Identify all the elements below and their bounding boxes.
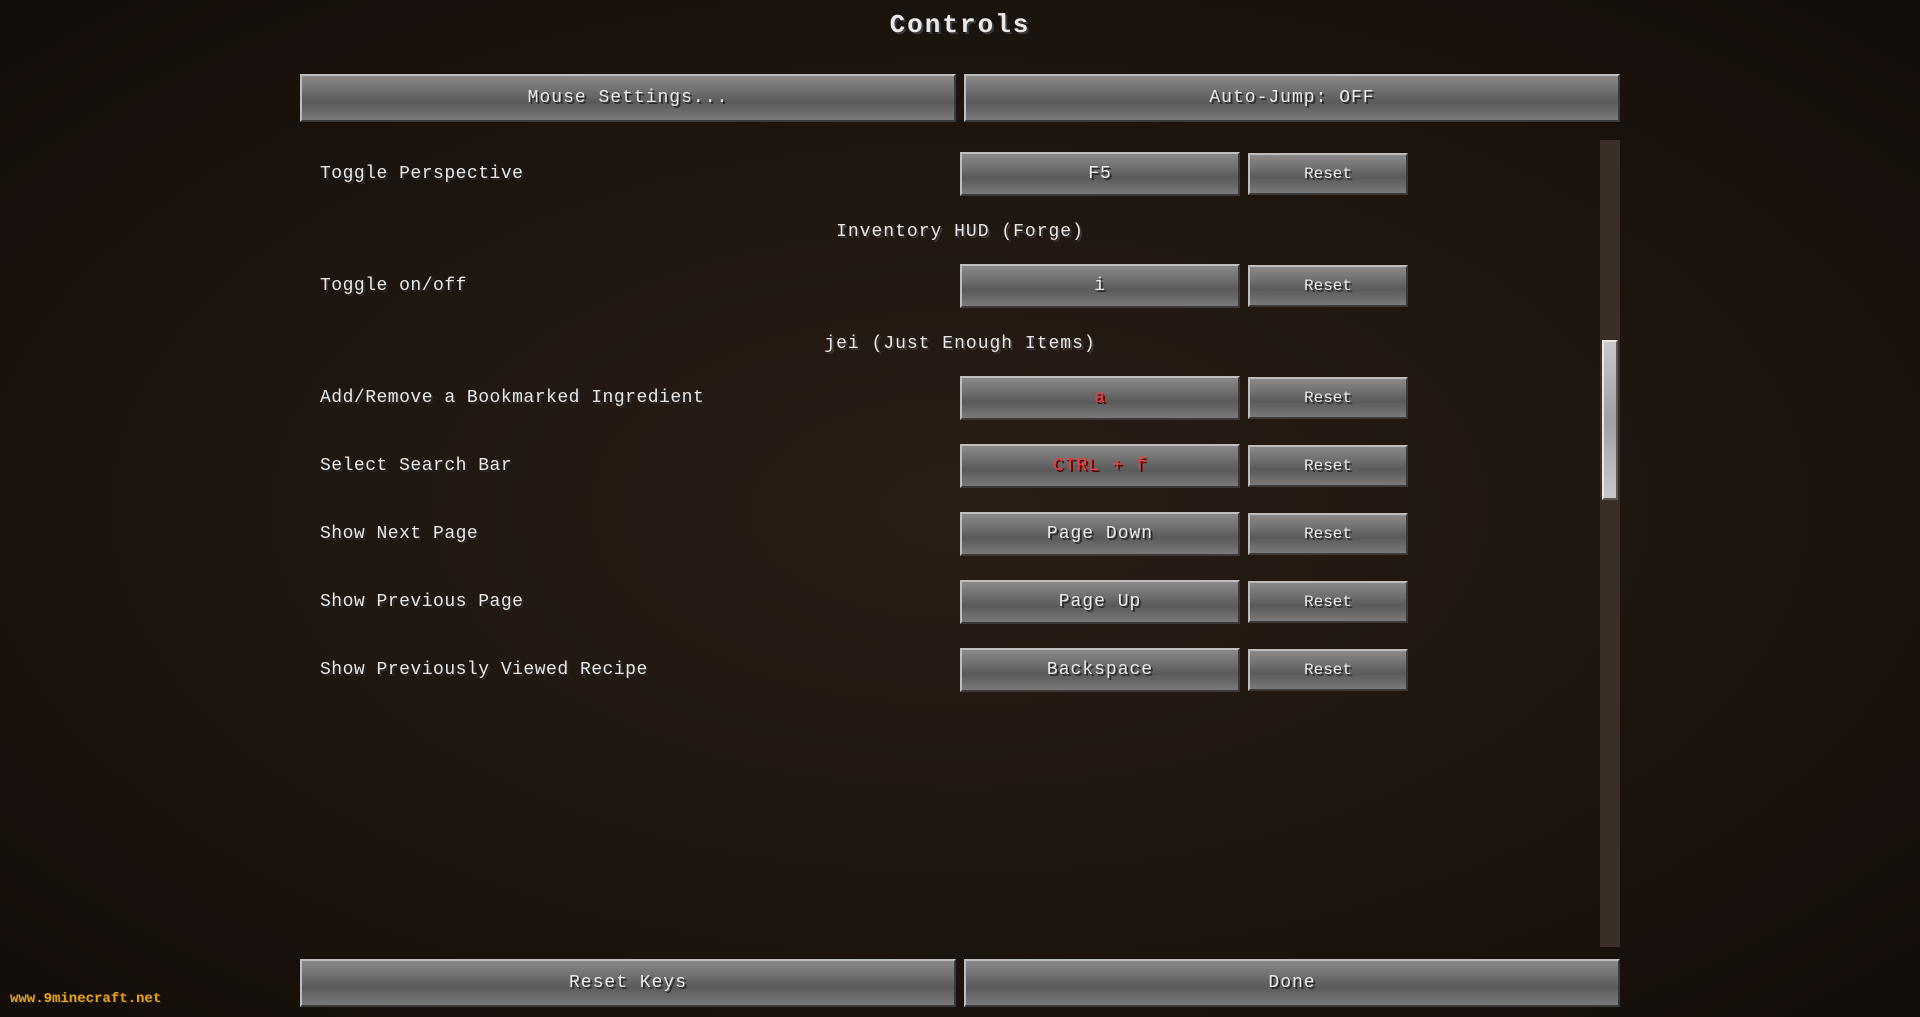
top-buttons-row: Mouse Settings... Auto-Jump: OFF — [300, 74, 1620, 122]
setting-label-toggle-perspective: Toggle Perspective — [320, 164, 960, 184]
setting-label-bookmark: Add/Remove a Bookmarked Ingredient — [320, 388, 960, 408]
key-button-next-page[interactable]: Page Down — [960, 512, 1240, 556]
setting-controls-search-bar: CTRL + f Reset — [960, 444, 1600, 488]
key-button-toggle-on-off[interactable]: i — [960, 264, 1240, 308]
key-button-toggle-perspective[interactable]: F5 — [960, 152, 1240, 196]
key-button-prev-recipe[interactable]: Backspace — [960, 648, 1240, 692]
mouse-settings-button[interactable]: Mouse Settings... — [300, 74, 956, 122]
scrollbar-thumb[interactable] — [1602, 340, 1618, 500]
auto-jump-button[interactable]: Auto-Jump: OFF — [964, 74, 1620, 122]
setting-row-toggle-on-off: Toggle on/off i Reset — [300, 252, 1620, 320]
setting-row-next-page: Show Next Page Page Down Reset — [300, 500, 1620, 568]
setting-row-prev-recipe: Show Previously Viewed Recipe Backspace … — [300, 636, 1620, 704]
setting-label-search-bar: Select Search Bar — [320, 456, 960, 476]
setting-controls-prev-recipe: Backspace Reset — [960, 648, 1600, 692]
reset-button-bookmark[interactable]: Reset — [1248, 377, 1408, 419]
key-button-prev-page[interactable]: Page Up — [960, 580, 1240, 624]
reset-button-prev-page[interactable]: Reset — [1248, 581, 1408, 623]
setting-controls-bookmark: a Reset — [960, 376, 1600, 420]
watermark: www.9minecraft.net — [10, 991, 161, 1007]
setting-row-toggle-perspective: Toggle Perspective F5 Reset — [300, 140, 1620, 208]
setting-row-bookmark: Add/Remove a Bookmarked Ingredient a Res… — [300, 364, 1620, 432]
setting-controls-toggle-on-off: i Reset — [960, 264, 1600, 308]
setting-row-prev-page: Show Previous Page Page Up Reset — [300, 568, 1620, 636]
setting-label-prev-page: Show Previous Page — [320, 592, 960, 612]
setting-label-toggle-on-off: Toggle on/off — [320, 276, 960, 296]
done-button[interactable]: Done — [964, 959, 1620, 1007]
bottom-buttons-row: Reset Keys Done — [300, 947, 1620, 1007]
key-button-bookmark[interactable]: a — [960, 376, 1240, 420]
setting-controls-toggle-perspective: F5 Reset — [960, 152, 1600, 196]
reset-button-next-page[interactable]: Reset — [1248, 513, 1408, 555]
scrollbar[interactable] — [1600, 140, 1620, 947]
setting-controls-next-page: Page Down Reset — [960, 512, 1600, 556]
settings-list: Toggle Perspective F5 Reset Inventory HU… — [300, 140, 1620, 704]
section-header-jei: jei (Just Enough Items) — [300, 320, 1620, 364]
reset-button-prev-recipe[interactable]: Reset — [1248, 649, 1408, 691]
key-button-search-bar[interactable]: CTRL + f — [960, 444, 1240, 488]
setting-label-next-page: Show Next Page — [320, 524, 960, 544]
section-header-inventory-hud: Inventory HUD (Forge) — [300, 208, 1620, 252]
page-title: Controls — [300, 10, 1620, 40]
setting-row-search-bar: Select Search Bar CTRL + f Reset — [300, 432, 1620, 500]
reset-button-toggle-on-off[interactable]: Reset — [1248, 265, 1408, 307]
reset-button-search-bar[interactable]: Reset — [1248, 445, 1408, 487]
reset-keys-button[interactable]: Reset Keys — [300, 959, 956, 1007]
reset-button-toggle-perspective[interactable]: Reset — [1248, 153, 1408, 195]
setting-controls-prev-page: Page Up Reset — [960, 580, 1600, 624]
setting-label-prev-recipe: Show Previously Viewed Recipe — [320, 660, 960, 680]
